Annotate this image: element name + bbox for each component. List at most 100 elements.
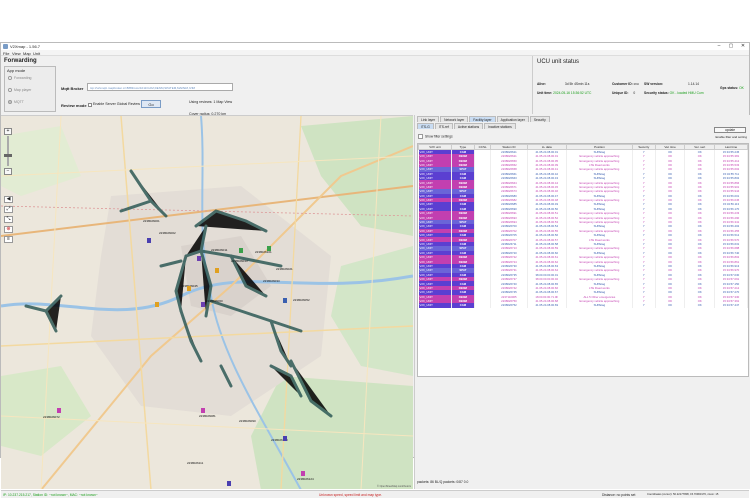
station-label[interactable]: 2238026011: [211, 248, 227, 252]
zoom-slider-knob[interactable]: [4, 154, 12, 157]
vehicle-icon[interactable]: [197, 256, 201, 261]
vehicle-icon[interactable]: [201, 408, 205, 413]
ip-status-text: IP: 10.237.215.217, Station ID: ~not kno…: [3, 493, 98, 497]
messages-table: V2X unit Type CCSL Station ID LL data Positio…: [418, 144, 748, 308]
distance-text: Distance: no points set: [602, 493, 636, 497]
tab-application-layer[interactable]: Application layer: [496, 116, 529, 122]
gps-status-field: Gps status: OK: [720, 86, 744, 90]
tab-network-layer[interactable]: Network layer: [440, 116, 469, 122]
fit-bounds-icon[interactable]: ⤢: [4, 206, 13, 213]
messages-table-container[interactable]: V2X unit Type CCSL Station ID LL data Positio…: [417, 143, 749, 377]
station-label[interactable]: 2238026081: [199, 414, 216, 418]
map-forest-area: [301, 116, 413, 236]
window-title: V2Xmap - 1.56.7: [10, 44, 41, 49]
filter-checkbox[interactable]: [418, 134, 423, 139]
tab-security[interactable]: Security: [529, 116, 550, 122]
station-label[interactable]: 2238026013: [231, 259, 248, 263]
vehicle-icon[interactable]: [57, 408, 61, 413]
ucu-status-panel: UCU unit status Alive: 3d 5h 4Smin 11s C…: [534, 56, 749, 114]
station-label[interactable]: 2238026052: [293, 298, 310, 302]
mqtt-broker-label: Mqtt Broker: [61, 86, 84, 91]
map-attribution[interactable]: © OpenStreetMap contributors: [377, 485, 411, 488]
station-label[interactable]: 2238026090: [239, 419, 256, 423]
unique-id-field: Unique ID: 0: [612, 91, 636, 95]
forwarding-panel: Forwarding App mode Forwarding Map playe…: [1, 56, 533, 116]
vehicle-icon[interactable]: [215, 268, 219, 273]
map-forest-area: [1, 126, 81, 196]
cell-sec: Y: [632, 303, 656, 308]
customer-field: Customer ID: cvu: [612, 82, 639, 86]
layers-icon[interactable]: ≡: [4, 236, 13, 243]
fit-all-icon[interactable]: ⤡: [4, 216, 13, 223]
app-window: V2Xmap - 1.56.7 – ▢ ✕ File View Map Unit…: [0, 42, 750, 498]
close-icon[interactable]: ✕: [737, 43, 749, 50]
enable-filter-label[interactable]: Enable filter and sorting: [715, 135, 747, 139]
speed-warning-text: Unknown speed, speed limit and map type.: [319, 493, 383, 497]
tab-its-ref[interactable]: ITS-ref: [434, 123, 453, 129]
packets-counter: packets: 86 BL/Q packets: 0/87 0.0: [417, 480, 469, 484]
vehicle-icon[interactable]: [187, 286, 191, 291]
station-label[interactable]: 2238026002: [159, 231, 176, 235]
tab-link-layer[interactable]: Link layer: [417, 116, 440, 122]
vehicle-icon[interactable]: [301, 471, 305, 476]
pan-left-icon[interactable]: ◀: [4, 196, 13, 203]
table-body: V2X_UNIT CAM 2238026621 41.65.24.08.00.01 SU…: [418, 149, 748, 308]
mode-mqtt-radio[interactable]: MQTT: [8, 99, 56, 105]
zoom-out-button[interactable]: −: [4, 168, 12, 175]
tab-inactive-stations[interactable]: Inactive stations: [484, 123, 516, 129]
mode-forwarding-radio[interactable]: Forwarding: [8, 75, 56, 81]
map-forest-area: [331, 246, 413, 376]
vehicle-icon[interactable]: [201, 302, 205, 307]
station-label[interactable]: 2238026021: [276, 267, 293, 271]
security-status-field: Security status: OK - loaded HMU Cum: [644, 91, 704, 95]
mode-map-player-radio[interactable]: Map player: [8, 87, 56, 93]
zoom-slider[interactable]: [4, 136, 12, 166]
cell-ver: OK: [684, 303, 716, 308]
cell-pos: SUPEtag: [566, 303, 633, 308]
app-mode-group: App mode Forwarding Map player MQTT: [4, 66, 56, 112]
global-review-label: Enable Server Global Review: [93, 102, 140, 106]
cell-last: 15:34:57.447: [714, 303, 748, 308]
update-button[interactable]: update: [714, 127, 746, 133]
station-label[interactable]: 2238026111: [187, 461, 203, 465]
facility-panel: Link layer Network layer Facility layer …: [414, 115, 750, 489]
show-filter-toggle[interactable]: Show filter settings: [418, 134, 453, 139]
station-label[interactable]: 2238026124: [297, 477, 314, 481]
vehicle-icon[interactable]: [283, 436, 287, 441]
cell-type: CAM: [451, 303, 475, 308]
station-label[interactable]: 2238026033: [263, 279, 280, 283]
layer-tabs: Link layer Network layer Facility layer …: [417, 116, 550, 122]
cursor-coordinates-text: Coordinates (cursor): 50.22177808, 15.70…: [647, 493, 719, 496]
station-label[interactable]: 2238026060: [206, 299, 223, 303]
cell-ll: 41.65.24.08.00.69: [527, 303, 568, 308]
maximize-icon[interactable]: ▢: [725, 43, 737, 50]
ucu-title: UCU unit status: [537, 59, 580, 65]
review-go-button[interactable]: Go: [141, 100, 161, 108]
mqtt-broker-input[interactable]: tcp://v2xmqtt.mapbroker.cz:8883/ucu/1011…: [87, 83, 233, 91]
tab-active-stations[interactable]: Active stations: [453, 123, 484, 129]
tab-its-g[interactable]: ITS-G: [417, 123, 434, 129]
tab-facility-layer[interactable]: Facility layer: [469, 116, 496, 122]
global-review-checkbox[interactable]: [88, 103, 92, 107]
cell-val: OK: [655, 303, 686, 308]
unit-time-field: Unit time: 2024-05-16 15:36:52 UTC: [537, 91, 592, 95]
map-view[interactable]: + − ◀ ⤢ ⤡ ⊕ ≡ 2238026001 2238026002 2238…: [1, 115, 413, 489]
cell-id: 2238026752: [490, 303, 528, 308]
map-tool-group: ◀ ⤢ ⤡ ⊕ ≡: [4, 196, 14, 252]
table-row[interactable]: V2X_UNIT CAM 2238026752 41.65.24.08.00.69 SU…: [418, 303, 748, 308]
station-tabs: ITS-G ITS-ref Active stations Inactive s…: [417, 123, 516, 129]
forwarding-title: Forwarding: [4, 58, 37, 64]
center-target-icon[interactable]: ⊕: [4, 226, 13, 233]
sw-version-field: SW version: 1.14.14: [644, 82, 699, 86]
vehicle-icon[interactable]: [267, 246, 271, 251]
vehicle-icon[interactable]: [155, 302, 159, 307]
vehicle-icon[interactable]: [239, 248, 243, 253]
minimize-icon[interactable]: –: [713, 43, 725, 50]
vehicle-icon[interactable]: [147, 238, 151, 243]
vehicle-icon[interactable]: [283, 298, 287, 303]
station-label[interactable]: 2238026001: [143, 219, 160, 223]
vehicle-icon[interactable]: [227, 481, 231, 486]
station-label[interactable]: 2238026072: [43, 415, 60, 419]
zoom-in-button[interactable]: +: [4, 128, 12, 135]
status-bar: IP: 10.237.215.217, Station ID: ~not kno…: [1, 490, 749, 498]
